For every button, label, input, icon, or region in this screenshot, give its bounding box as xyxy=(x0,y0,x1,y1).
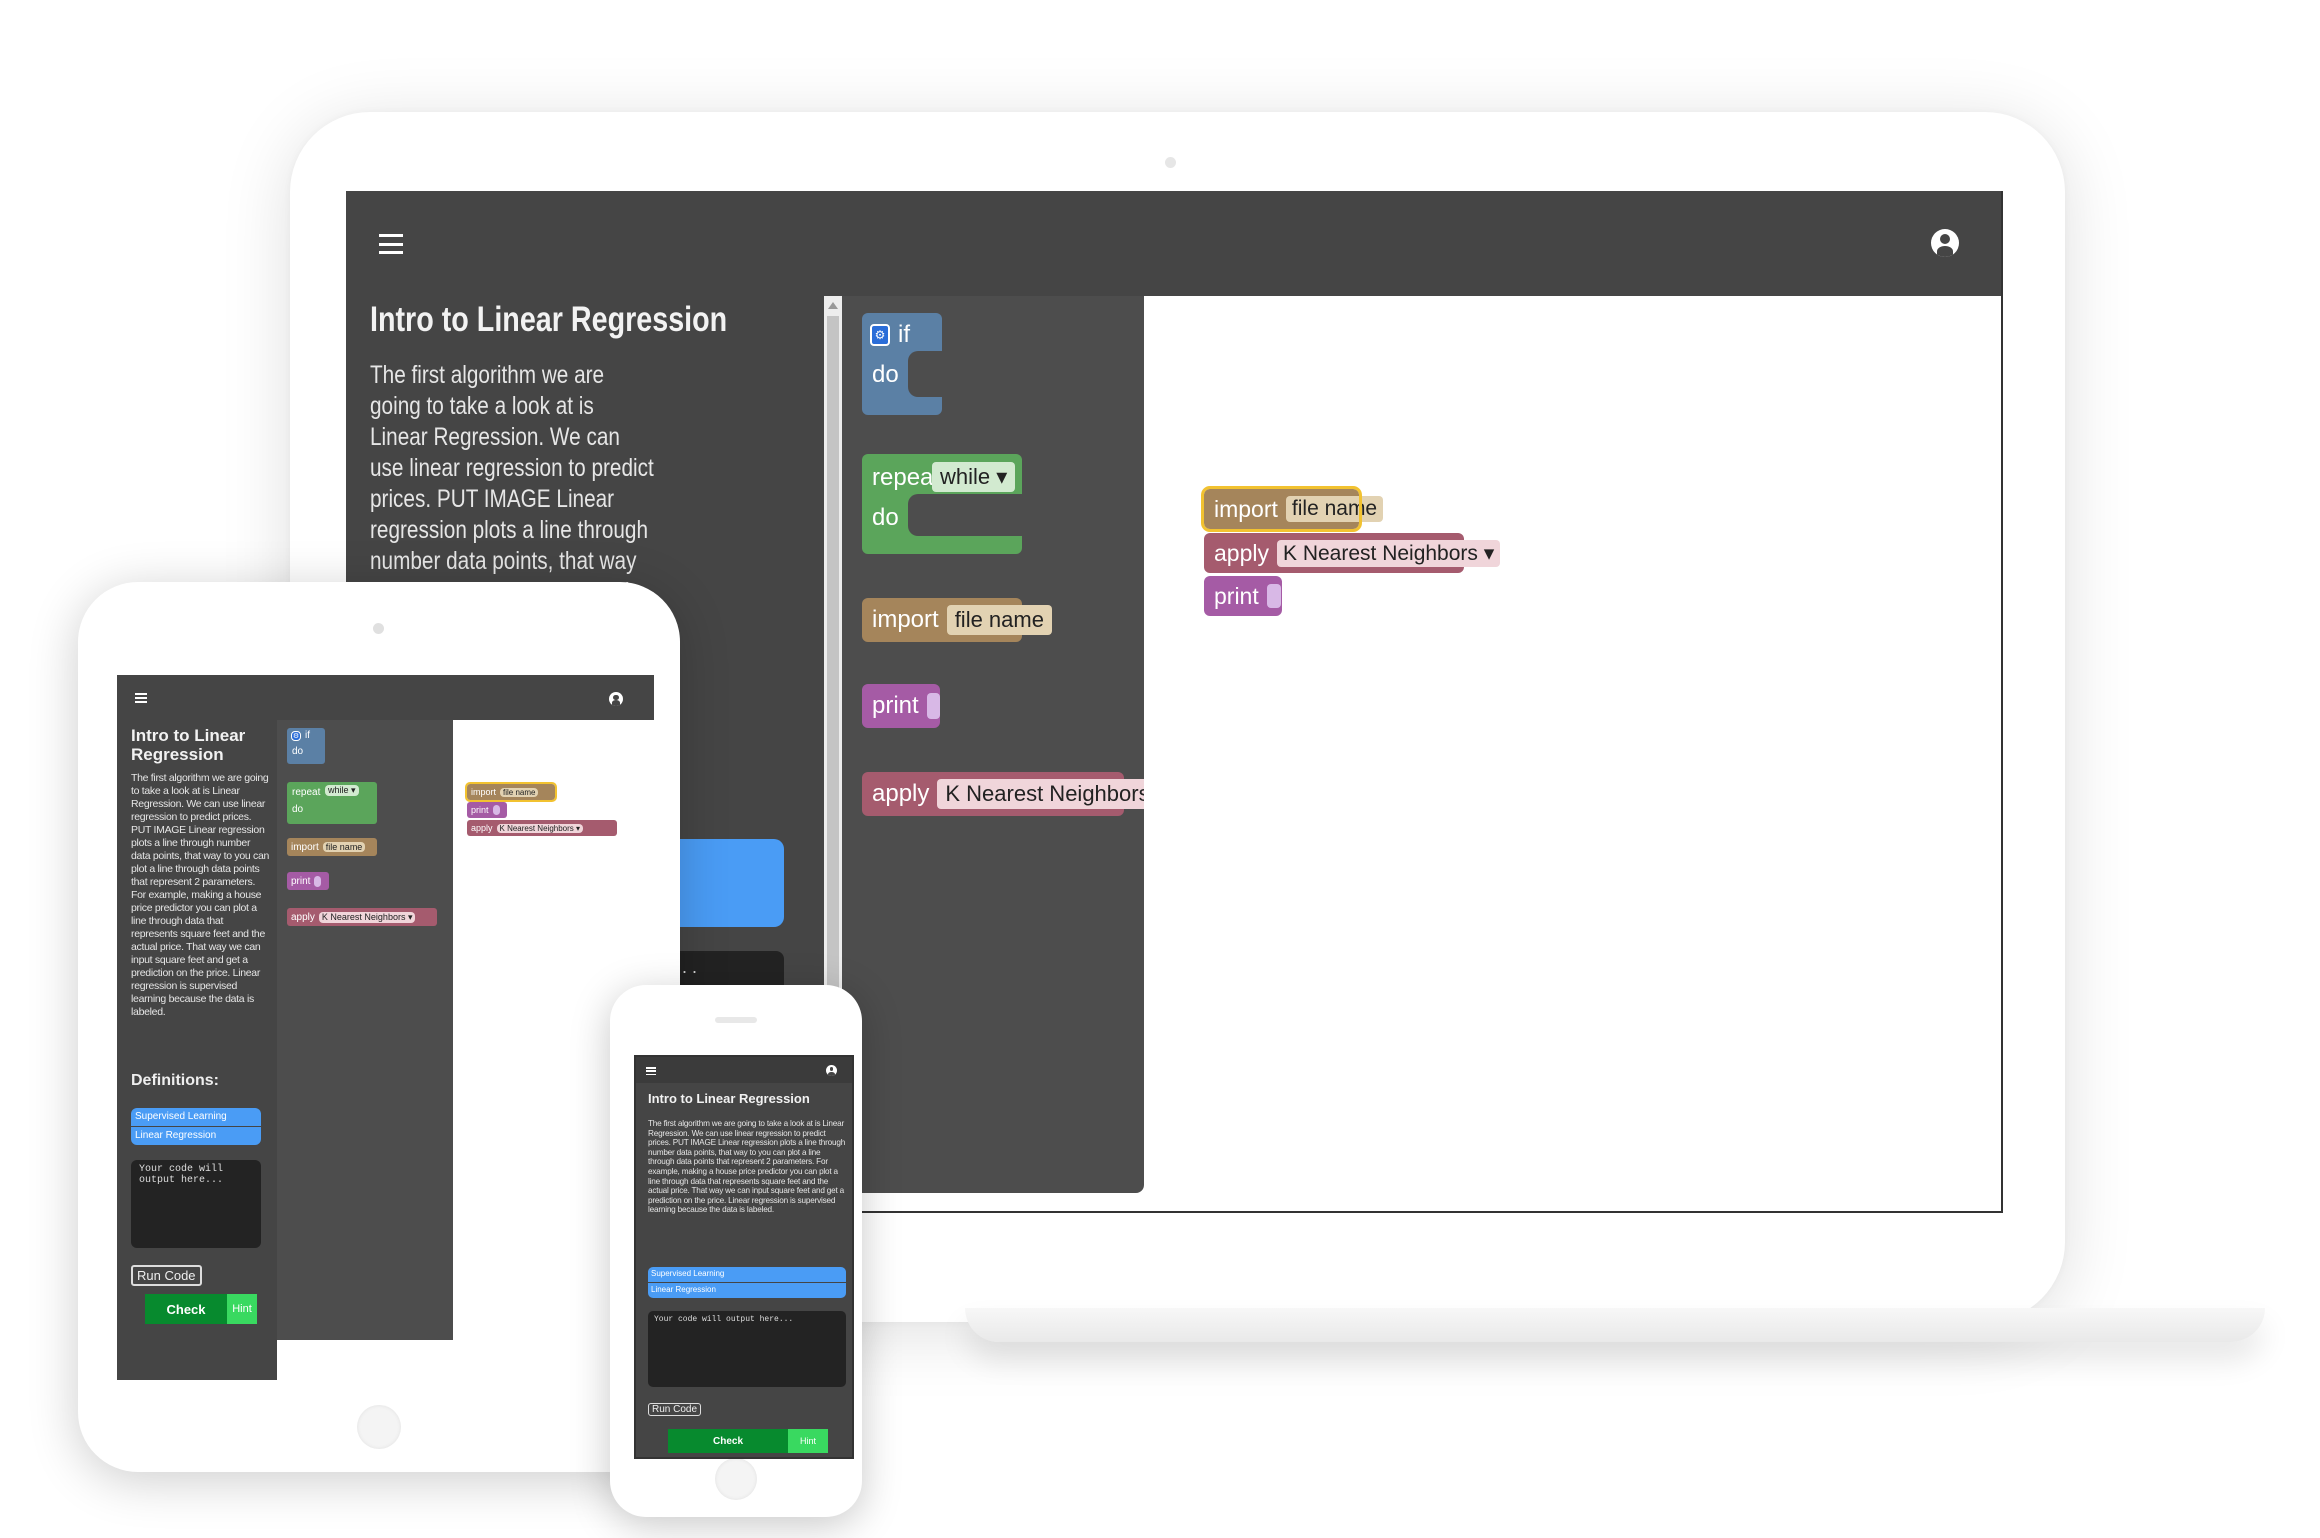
print-input-slot[interactable] xyxy=(492,805,500,815)
repeat-label: repeat xyxy=(872,464,941,491)
run-code-button[interactable]: Run Code xyxy=(131,1265,202,1286)
if-label: if xyxy=(898,321,910,348)
account-icon[interactable] xyxy=(609,692,623,706)
run-code-button[interactable]: Run Code xyxy=(648,1403,702,1416)
file-name-field[interactable]: file name xyxy=(1285,496,1384,522)
page-title: Intro to Linear Regression xyxy=(648,1091,810,1106)
hint-button[interactable]: Hint xyxy=(788,1429,828,1453)
check-button[interactable]: Check xyxy=(668,1429,788,1453)
import-block[interactable]: import file name xyxy=(862,598,1052,642)
block-toolbox: ⚙ if do repeat while ▾ do import file na… xyxy=(277,720,453,1340)
file-name-field[interactable]: file name xyxy=(500,787,539,797)
algorithm-dropdown[interactable]: K Nearest Neighbors ▾ xyxy=(937,779,1175,809)
menu-icon[interactable] xyxy=(135,693,147,703)
check-button[interactable]: Check xyxy=(145,1294,227,1324)
lesson-text: The first algorithm we are going to take… xyxy=(131,772,270,1018)
workspace-apply-block[interactable]: apply K Nearest Neighbors ▾ xyxy=(467,820,617,836)
import-block[interactable]: import file name xyxy=(287,838,377,856)
block-toolbox: ⚙ if do repeat while ▾ do import file na… xyxy=(842,296,1175,1193)
file-name-field[interactable]: file name xyxy=(322,842,366,852)
lesson-text: The first algorithm we are going to take… xyxy=(648,1119,846,1215)
workspace-print-block[interactable]: print xyxy=(467,802,507,818)
tablet-camera xyxy=(373,623,384,634)
do-label: do xyxy=(872,504,899,531)
while-dropdown[interactable]: while ▾ xyxy=(932,462,1016,492)
code-workspace[interactable]: import file name apply K Nearest Neighbo… xyxy=(1144,296,2001,1211)
code-output: Your code will output here... xyxy=(131,1160,261,1248)
print-block[interactable]: print xyxy=(287,872,329,890)
code-output: Your code will output here... xyxy=(648,1311,846,1387)
gear-icon[interactable]: ⚙ xyxy=(291,731,301,741)
definition-supervised-learning[interactable]: Supervised Learning xyxy=(648,1267,846,1282)
phone-screen: Intro to Linear Regression The first alg… xyxy=(634,1055,854,1459)
definition-linear-regression[interactable]: Linear Regression xyxy=(648,1283,846,1298)
repeat-while-block[interactable]: repeat while ▾ do xyxy=(862,454,1028,554)
menu-icon[interactable] xyxy=(379,234,403,254)
print-label: print xyxy=(872,692,919,719)
if-block[interactable]: ⚙ if do xyxy=(862,313,948,415)
phone-home-button xyxy=(715,1458,757,1500)
tablet-home-button xyxy=(357,1405,401,1449)
laptop-base xyxy=(965,1308,2265,1342)
app-bar xyxy=(636,1057,852,1083)
definition-item-blurred[interactable] xyxy=(666,839,784,927)
print-input-slot[interactable] xyxy=(314,875,322,887)
print-input-slot[interactable] xyxy=(926,693,940,719)
app-bar xyxy=(117,675,654,720)
tablet-screen: Intro to Linear Regression The first alg… xyxy=(117,675,654,1380)
page-title: Intro to Linear Regression xyxy=(370,300,728,339)
scroll-up-arrow-icon[interactable] xyxy=(828,302,838,309)
import-label: import xyxy=(872,606,939,633)
definition-linear-regression[interactable]: Linear Regression xyxy=(131,1127,261,1145)
page-title: Intro to Linear Regression xyxy=(131,726,246,764)
algorithm-dropdown[interactable]: K Nearest Neighbors ▾ xyxy=(1276,539,1501,567)
algorithm-dropdown[interactable]: K Nearest Neighbors ▾ xyxy=(496,823,584,833)
if-block[interactable]: ⚙ if do xyxy=(287,728,325,764)
account-icon[interactable] xyxy=(1931,229,1959,257)
apply-block[interactable]: apply K Nearest Neighbors ▾ xyxy=(287,908,437,926)
apply-block[interactable]: apply K Nearest Neighbors ▾ xyxy=(862,772,1175,816)
lesson-panel: Intro to Linear Regression The first alg… xyxy=(117,720,277,1380)
algorithm-dropdown[interactable]: K Nearest Neighbors ▾ xyxy=(318,911,416,923)
definitions-heading: Definitions: xyxy=(131,1072,219,1089)
laptop-camera xyxy=(1165,157,1176,168)
app-bar xyxy=(346,191,2001,296)
menu-icon[interactable] xyxy=(646,1067,656,1075)
workspace-import-block[interactable]: import file name xyxy=(1201,486,1384,532)
apply-label: apply xyxy=(872,780,930,807)
definition-supervised-learning[interactable]: Supervised Learning xyxy=(131,1108,261,1126)
workspace-print-block[interactable]: print xyxy=(1204,576,1282,616)
gear-icon[interactable]: ⚙ xyxy=(870,324,890,346)
workspace-apply-block[interactable]: apply K Nearest Neighbors ▾ xyxy=(1204,533,1501,573)
print-block[interactable]: print xyxy=(862,684,940,728)
phone-speaker xyxy=(715,1017,757,1023)
file-name-field[interactable]: file name xyxy=(946,605,1052,635)
print-input-slot[interactable] xyxy=(1266,584,1281,608)
account-icon[interactable] xyxy=(826,1065,837,1076)
while-dropdown[interactable]: while ▾ xyxy=(325,785,359,796)
do-label: do xyxy=(872,361,899,388)
hint-button[interactable]: Hint xyxy=(227,1294,257,1324)
repeat-while-block[interactable]: repeat while ▾ do xyxy=(287,782,377,824)
workspace-import-block[interactable]: import file name xyxy=(465,782,557,802)
